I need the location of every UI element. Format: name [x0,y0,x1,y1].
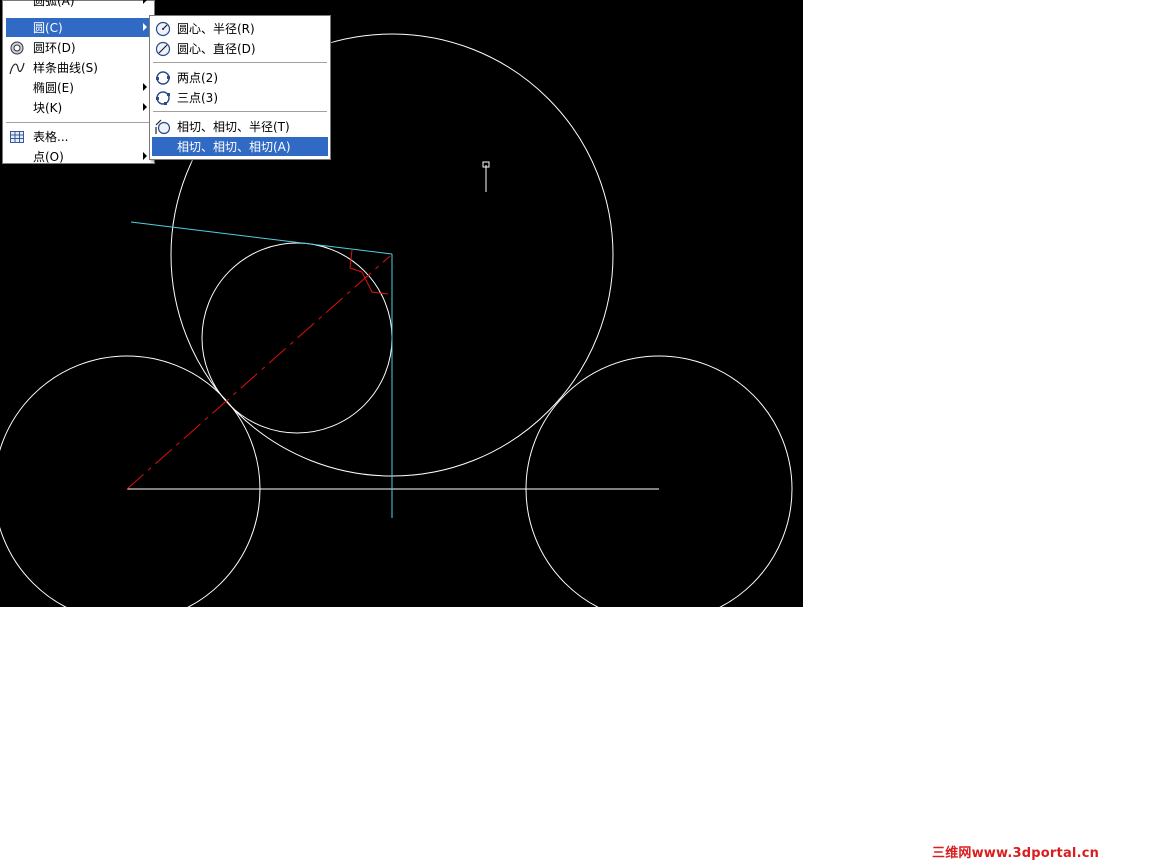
submenu-item-center-radius[interactable]: 圆心、半径(R) [152,19,328,38]
submenu-arrow-icon [143,83,147,91]
small-tangent-circle [201,242,393,434]
right-base-circle [525,355,793,607]
menu-item-donut[interactable]: 圆环(D) [6,38,151,57]
menu-item-spline[interactable]: 样条曲线(S) [6,58,151,77]
two-point-icon [155,70,171,86]
spline-icon [9,60,25,76]
tan-tan-radius-icon [155,119,171,135]
submenu-separator [153,62,327,63]
center-diameter-icon [155,41,171,57]
submenu-arrow-icon [143,103,147,111]
menu-item-block[interactable]: 块(K) [6,98,151,117]
submenu-item-tan-tan-tan[interactable]: 相切、相切、相切(A) [152,137,328,156]
submenu-item-two-point[interactable]: 两点(2) [152,68,328,87]
submenu-item-three-point[interactable]: 三点(3) [152,88,328,107]
table-icon [9,129,25,145]
submenu-arrow-icon [143,23,147,31]
red-center-line [126,255,391,490]
three-point-icon [155,90,171,106]
submenu-separator [153,111,327,112]
menu-item-table[interactable]: 表格... [6,127,151,146]
site-watermark: 三维网www.3dportal.cn [932,846,1100,861]
left-base-circle [0,355,261,607]
menu-item-arc[interactable]: 圆弧(A) [6,0,151,10]
red-angle-mark [349,249,389,295]
menu-item-point[interactable]: 点(O) [6,147,151,166]
menu-separator [6,122,151,123]
center-radius-icon [155,21,171,37]
menu-item-circle[interactable]: 圆(C) [6,18,151,37]
draw-menu: 圆弧(A) 圆(C) 圆环(D) 样条曲线(S) 椭圆(E) 块(K) 表格..… [2,0,155,164]
cyan-slanted-line [130,221,393,255]
donut-icon [9,40,25,56]
menu-item-ellipse[interactable]: 椭圆(E) [6,78,151,97]
submenu-arrow-icon [143,0,147,4]
circle-submenu: 圆心、半径(R) 圆心、直径(D) 两点(2) 三点(3) 相切、相切、半径(T… [149,15,331,160]
submenu-item-tan-tan-radius[interactable]: 相切、相切、半径(T) [152,117,328,136]
submenu-arrow-icon [143,152,147,160]
submenu-item-center-diameter[interactable]: 圆心、直径(D) [152,39,328,58]
